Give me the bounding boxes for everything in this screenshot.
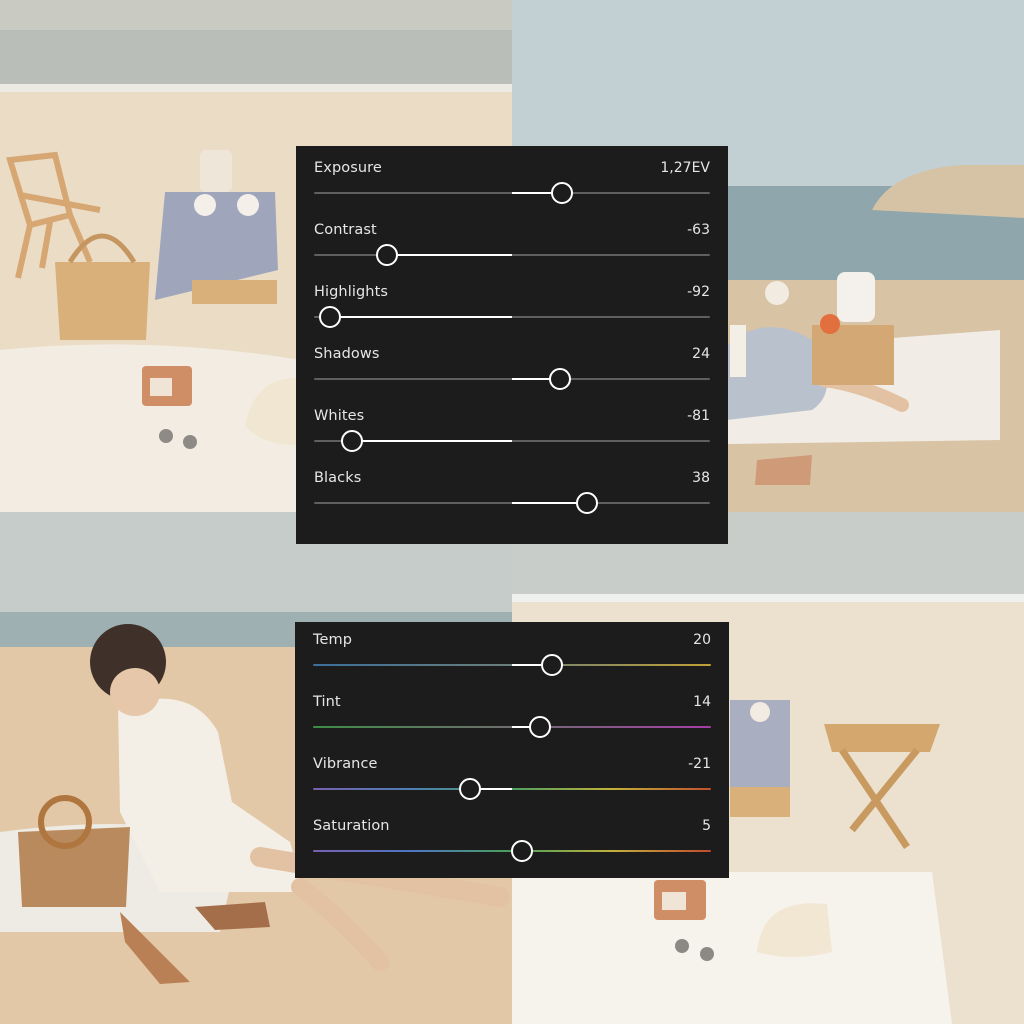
temp-slider[interactable]: Temp 20 xyxy=(313,632,711,676)
contrast-fill xyxy=(387,254,512,256)
temp-thumb[interactable] xyxy=(540,654,563,676)
blacks-value: 38 xyxy=(692,470,710,486)
highlights-slider[interactable]: Highlights -92 xyxy=(314,284,710,328)
saturation-thumb[interactable] xyxy=(510,840,533,862)
contrast-label: Contrast xyxy=(314,222,377,238)
vibrance-slider[interactable]: Vibrance -21 xyxy=(313,756,711,800)
tint-label: Tint xyxy=(313,694,341,710)
tint-value: 14 xyxy=(693,694,711,710)
whites-slider[interactable]: Whites -81 xyxy=(314,408,710,452)
temp-label: Temp xyxy=(313,632,353,648)
saturation-slider[interactable]: Saturation 5 xyxy=(313,818,711,862)
blacks-slider[interactable]: Blacks 38 xyxy=(314,470,710,514)
exposure-slider[interactable]: Exposure 1,27EV xyxy=(314,160,710,204)
color-adjustments-panel: Temp 20 Tint 14 Vibrance -21 Saturation … xyxy=(295,622,729,878)
exposure-value: 1,27EV xyxy=(660,160,710,176)
shadows-label: Shadows xyxy=(314,346,380,362)
contrast-slider[interactable]: Contrast -63 xyxy=(314,222,710,266)
vibrance-value: -21 xyxy=(688,756,711,772)
blacks-label: Blacks xyxy=(314,470,362,486)
whites-fill xyxy=(351,440,512,442)
whites-thumb[interactable] xyxy=(340,430,363,452)
blacks-thumb[interactable] xyxy=(576,492,599,514)
exposure-label: Exposure xyxy=(314,160,382,176)
saturation-label: Saturation xyxy=(313,818,390,834)
tint-slider[interactable]: Tint 14 xyxy=(313,694,711,738)
contrast-track[interactable] xyxy=(314,254,710,256)
highlights-label: Highlights xyxy=(314,284,389,300)
contrast-thumb[interactable] xyxy=(376,244,399,266)
exposure-thumb[interactable] xyxy=(551,182,574,204)
whites-label: Whites xyxy=(314,408,365,424)
shadows-slider[interactable]: Shadows 24 xyxy=(314,346,710,390)
highlights-thumb[interactable] xyxy=(318,306,341,328)
shadows-value: 24 xyxy=(692,346,710,362)
vibrance-label: Vibrance xyxy=(313,756,378,772)
highlights-fill xyxy=(329,316,512,318)
temp-value: 20 xyxy=(693,632,711,648)
whites-value: -81 xyxy=(687,408,710,424)
saturation-value: 5 xyxy=(702,818,711,834)
shadows-thumb[interactable] xyxy=(548,368,571,390)
vibrance-track[interactable] xyxy=(313,788,711,790)
highlights-value: -92 xyxy=(687,284,710,300)
contrast-value: -63 xyxy=(687,222,710,238)
tint-thumb[interactable] xyxy=(528,716,551,738)
light-adjustments-panel: Exposure 1,27EV Contrast -63 Highlights … xyxy=(296,146,728,544)
vibrance-thumb[interactable] xyxy=(459,778,482,800)
